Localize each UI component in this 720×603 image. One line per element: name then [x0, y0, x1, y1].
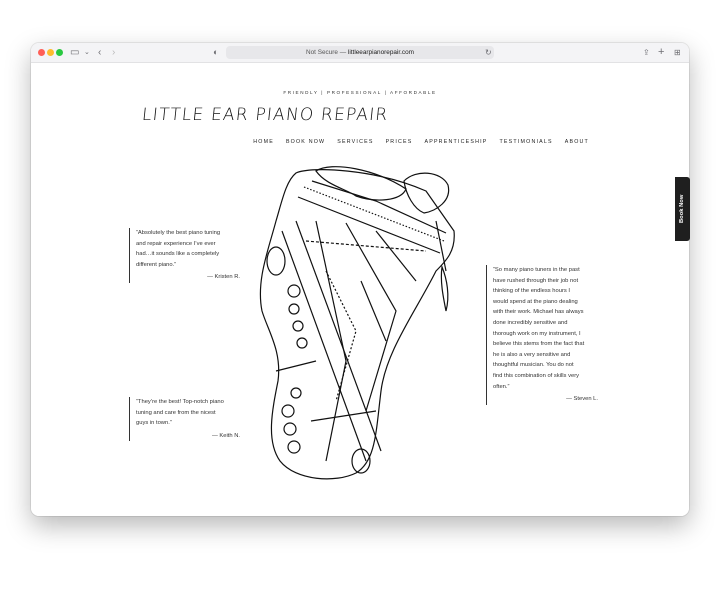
- testimonial-line: with their work. Michael has always: [493, 309, 584, 316]
- nav-services[interactable]: SERVICES: [337, 139, 373, 145]
- testimonial-line: would spend at the piano dealing: [493, 298, 578, 305]
- testimonial-line: and repair experience I’ve ever: [136, 240, 216, 247]
- site-logo[interactable]: LITTLE EAR PIANO REPAIR: [141, 105, 389, 125]
- reload-icon[interactable]: ↻: [485, 46, 492, 59]
- testimonial-line: guys in town.”: [136, 420, 172, 427]
- privacy-shield-icon[interactable]: ◐: [213, 46, 218, 59]
- nav-prices[interactable]: PRICES: [386, 139, 413, 145]
- nav-home[interactable]: HOME: [253, 139, 274, 145]
- testimonial-keith: “They’re the best! Top-notch piano tunin…: [129, 397, 240, 442]
- testimonial-line: thinking of the endless hours I: [493, 288, 571, 295]
- main-nav: HOME BOOK NOW SERVICES PRICES APPRENTICE…: [253, 139, 589, 145]
- sidebar-icon[interactable]: ▭: [70, 46, 79, 59]
- testimonial-author: — Steven L.: [566, 396, 598, 403]
- browser-window: ▭ ⌄ ‹ › ◐ Not Secure — littleearpianorep…: [31, 43, 689, 516]
- testimonial-line: done incredibly sensitive and: [493, 319, 568, 326]
- testimonial-line: different piano.”: [136, 261, 177, 268]
- nav-about[interactable]: ABOUT: [565, 139, 589, 145]
- testimonial-line: had…it sounds like a completely: [136, 251, 220, 258]
- testimonial-line: “Absolutely the best piano tuning: [136, 230, 221, 236]
- testimonial-author: — Keith N.: [211, 432, 240, 439]
- close-window-button[interactable]: [38, 49, 45, 56]
- testimonial-line: “They’re the best! Top-notch piano: [136, 399, 224, 405]
- testimonial-line: have rushed through their job not: [493, 277, 579, 284]
- site-tagline: FRIENDLY | PROFESSIONAL | AFFORDABLE: [283, 90, 437, 95]
- nav-book-now[interactable]: BOOK NOW: [286, 139, 325, 145]
- testimonial-line: believe this stems from the fact that: [493, 341, 585, 348]
- testimonial-line: “So many piano tuners in the past: [493, 267, 580, 273]
- back-icon[interactable]: ‹: [98, 46, 101, 59]
- testimonial-author: — Kristen R.: [207, 274, 240, 281]
- address-security-label: Not Secure —: [306, 49, 348, 56]
- testimonial-line: tuning and care from the nicest: [136, 409, 216, 416]
- testimonial-steven: “So many piano tuners in the past have r…: [486, 265, 598, 405]
- chevron-down-icon[interactable]: ⌄: [84, 46, 90, 59]
- web-page: FRIENDLY | PROFESSIONAL | AFFORDABLE LIT…: [31, 63, 689, 516]
- testimonial-line: thoughtful musician. You do not: [493, 362, 574, 369]
- testimonial-line: thorough work on my instrument, I: [493, 330, 581, 337]
- nav-testimonials[interactable]: TESTIMONIALS: [500, 139, 553, 145]
- piano-illustration: [259, 166, 455, 480]
- tab-overview-icon[interactable]: ⊞: [674, 46, 681, 59]
- minimize-window-button[interactable]: [47, 49, 54, 56]
- browser-toolbar: ▭ ⌄ ‹ › ◐ Not Secure — littleearpianorep…: [31, 43, 689, 63]
- address-bar[interactable]: Not Secure — littleearpianorepair.com: [226, 46, 494, 59]
- new-tab-icon[interactable]: +: [658, 46, 664, 59]
- testimonial-kristen: “Absolutely the best piano tuning and re…: [129, 228, 240, 283]
- testimonial-line: find this combination of skills very: [493, 372, 580, 379]
- testimonial-line: often.”: [493, 383, 510, 390]
- address-domain: littleearpianorepair.com: [347, 49, 414, 56]
- testimonial-line: he is also a very sensitive and: [493, 351, 571, 358]
- forward-icon[interactable]: ›: [112, 46, 115, 59]
- nav-apprenticeship[interactable]: APPRENTICESHIP: [424, 139, 487, 145]
- share-icon[interactable]: ⇪: [643, 46, 650, 59]
- book-now-tab[interactable]: Book Now: [675, 177, 690, 241]
- zoom-window-button[interactable]: [56, 49, 63, 56]
